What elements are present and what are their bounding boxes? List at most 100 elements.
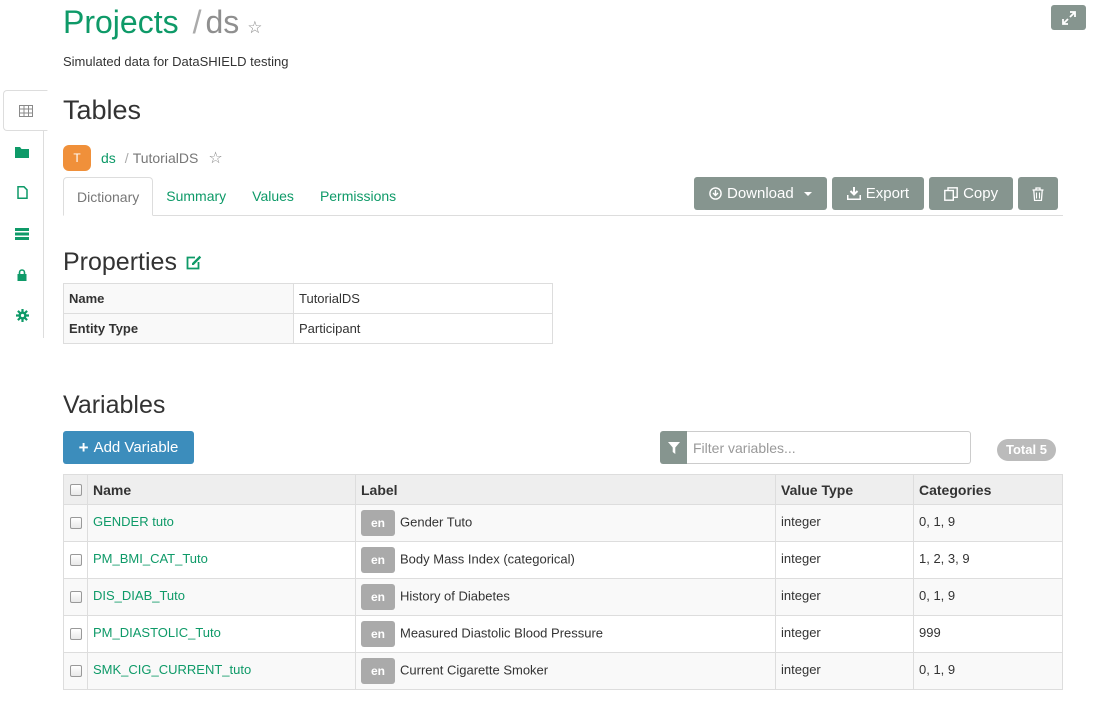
caret-down-icon xyxy=(803,191,812,196)
table-badge: T xyxy=(63,145,91,171)
total-count-badge: Total 5 xyxy=(997,439,1056,461)
variable-label-cell: en Current Cigarette Smoker xyxy=(355,652,776,690)
row-select-cell xyxy=(63,615,88,653)
row-checkbox[interactable] xyxy=(70,554,82,566)
sidebar-item-files[interactable] xyxy=(0,131,44,172)
row-checkbox[interactable] xyxy=(70,591,82,603)
property-row: Name TutorialDS xyxy=(63,283,553,314)
properties-heading: Properties xyxy=(63,248,202,277)
language-badge: en xyxy=(361,510,395,536)
trash-icon xyxy=(1032,186,1044,201)
categories: 0, 1, 9 xyxy=(913,578,1063,616)
edit-icon[interactable] xyxy=(186,255,202,270)
variable-name-link[interactable]: GENDER tuto xyxy=(87,504,356,542)
sidebar-item-settings[interactable] xyxy=(0,295,44,336)
breadcrumb: T ds / TutorialDS ☆ xyxy=(63,145,223,171)
table-row: PM_DIASTOLIC_Tuto en Measured Diastolic B… xyxy=(63,615,1063,653)
property-value: Participant xyxy=(293,313,553,344)
variable-label-cell: en History of Diabetes xyxy=(355,578,776,616)
categories: 999 xyxy=(913,615,1063,653)
property-key: Entity Type xyxy=(63,313,294,344)
star-icon[interactable]: ☆ xyxy=(208,148,222,168)
variable-name-link[interactable]: PM_BMI_CAT_Tuto xyxy=(87,541,356,579)
value-type: integer xyxy=(775,578,914,616)
variable-name-link[interactable]: DIS_DIAB_Tuto xyxy=(87,578,356,616)
expand-icon xyxy=(1061,10,1076,25)
file-icon xyxy=(16,186,28,199)
variable-label: Measured Diastolic Blood Pressure xyxy=(400,625,604,641)
table-row: GENDER tuto en Gender Tuto integer 0, 1, … xyxy=(63,504,1063,542)
value-type: integer xyxy=(775,615,914,653)
copy-label: Copy xyxy=(963,185,999,202)
download-button[interactable]: Download xyxy=(694,177,827,210)
tab-summary[interactable]: Summary xyxy=(153,177,239,215)
column-header-name[interactable]: Name xyxy=(87,474,356,505)
variable-name-link[interactable]: PM_DIASTOLIC_Tuto xyxy=(87,615,356,653)
row-select-cell xyxy=(63,578,88,616)
table-icon xyxy=(18,104,33,117)
breadcrumb-project-link[interactable]: ds xyxy=(101,150,116,166)
star-icon[interactable]: ☆ xyxy=(247,18,262,38)
server-icon xyxy=(15,227,29,240)
categories: 1, 2, 3, 9 xyxy=(913,541,1063,579)
plus-icon: + xyxy=(78,437,89,457)
copy-icon xyxy=(944,186,958,201)
row-select-cell xyxy=(63,504,88,542)
title-separator: / xyxy=(192,4,202,40)
gear-icon xyxy=(15,309,29,322)
copy-button[interactable]: Copy xyxy=(929,177,1014,210)
categories: 0, 1, 9 xyxy=(913,652,1063,690)
projects-link[interactable]: Projects xyxy=(63,4,179,41)
filter-icon xyxy=(660,431,687,464)
variable-name-link[interactable]: SMK_CIG_CURRENT_tuto xyxy=(87,652,356,690)
table-toolbar: Download Export Copy xyxy=(694,177,1059,210)
project-name: ds xyxy=(205,4,240,40)
row-select-cell xyxy=(63,652,88,690)
add-variable-label: Add Variable xyxy=(93,439,179,456)
tab-dictionary[interactable]: Dictionary xyxy=(63,177,154,216)
filter-variables-input[interactable] xyxy=(687,431,971,464)
page-title: Tables xyxy=(63,95,142,125)
variable-label-cell: en Gender Tuto xyxy=(355,504,776,542)
select-all-checkbox[interactable] xyxy=(70,483,82,496)
variable-filter xyxy=(660,431,971,464)
property-value: TutorialDS xyxy=(293,283,553,314)
column-header-categories[interactable]: Categories xyxy=(913,474,1063,505)
row-checkbox[interactable] xyxy=(70,517,82,529)
variable-label: History of Diabetes xyxy=(400,588,510,604)
variable-label-cell: en Body Mass Index (categorical) xyxy=(355,541,776,579)
properties-title: Properties xyxy=(63,248,177,276)
row-select-cell xyxy=(63,541,88,579)
tab-permissions[interactable]: Permissions xyxy=(307,177,409,215)
delete-button[interactable] xyxy=(1018,177,1059,210)
add-variable-button[interactable]: + Add Variable xyxy=(63,431,194,464)
variable-label: Body Mass Index (categorical) xyxy=(400,551,575,567)
tab-values[interactable]: Values xyxy=(239,177,307,215)
sidebar xyxy=(0,90,48,338)
export-button[interactable]: Export xyxy=(831,177,925,210)
column-header-value-type[interactable]: Value Type xyxy=(775,474,914,505)
value-type: integer xyxy=(775,504,914,542)
column-header-label[interactable]: Label xyxy=(355,474,776,505)
breadcrumb-table: TutorialDS xyxy=(132,150,199,166)
download-label: Download xyxy=(727,185,794,202)
variable-label: Current Cigarette Smoker xyxy=(400,662,549,678)
page-header: Projects / ds ☆ xyxy=(63,4,263,48)
property-key: Name xyxy=(63,283,294,314)
row-checkbox[interactable] xyxy=(70,665,82,677)
language-badge: en xyxy=(361,621,395,647)
language-badge: en xyxy=(361,547,395,573)
breadcrumb-separator: / xyxy=(124,150,129,166)
sidebar-item-resources[interactable] xyxy=(0,213,44,254)
language-badge: en xyxy=(361,584,395,610)
sidebar-item-tables[interactable] xyxy=(3,90,48,131)
lock-icon xyxy=(17,268,27,281)
properties-table: Name TutorialDS Entity Type Participant xyxy=(63,283,553,344)
sidebar-item-reports[interactable] xyxy=(0,172,44,213)
variables-table: Name Label Value Type Categories GENDER … xyxy=(63,474,1063,690)
expand-button[interactable] xyxy=(1051,5,1086,30)
variable-label: Gender Tuto xyxy=(400,514,473,530)
variables-heading: Variables xyxy=(63,391,166,419)
sidebar-item-permissions[interactable] xyxy=(0,254,44,295)
row-checkbox[interactable] xyxy=(70,628,82,640)
